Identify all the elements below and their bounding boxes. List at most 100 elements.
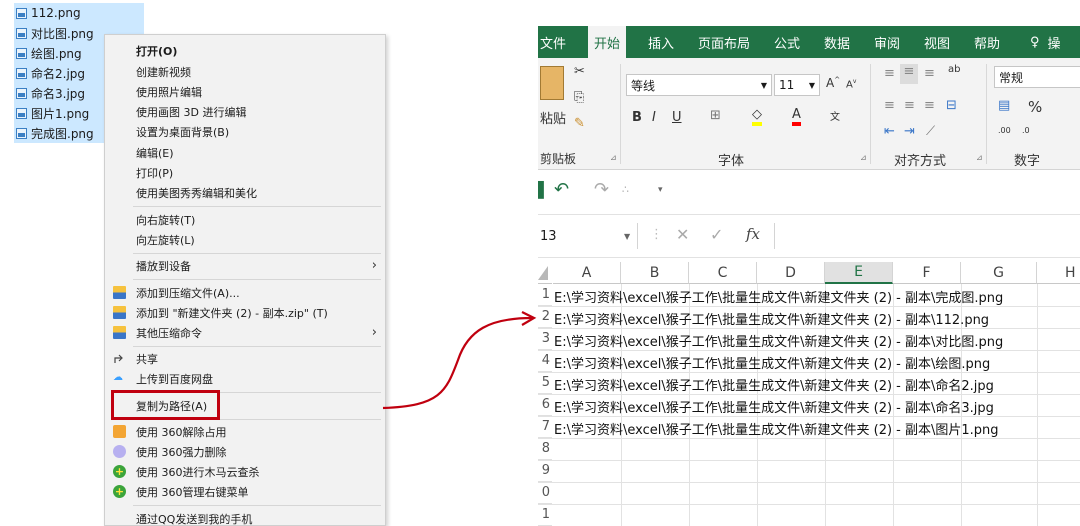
menu-item-create-video[interactable]: 创建新视频 <box>105 61 385 82</box>
menu-item-add-zip[interactable]: 添加到 "新建文件夹 (2) - 副本.zip" (T) <box>105 302 385 323</box>
menu-item-print[interactable]: 打印(P) <box>105 162 385 183</box>
menu-item-360-unlock[interactable]: 使用 360解除占用 <box>105 421 385 442</box>
file-item[interactable]: 112.png <box>14 3 144 23</box>
menu-item-360-scan[interactable]: + 使用 360进行木马云查杀 <box>105 461 385 482</box>
increase-decimal-icon[interactable]: .00 <box>998 126 1011 135</box>
column-header[interactable]: H <box>1037 262 1080 284</box>
cell-a-path[interactable]: E:\学习资料\excel\猴子工作\批量生成文件\新建文件夹 (2) - 副本… <box>554 417 999 439</box>
tab-view[interactable]: 视图 <box>924 26 950 58</box>
font-size-box[interactable]: 11 ▼ <box>774 74 820 96</box>
fill-color-icon[interactable]: ◇ <box>752 108 762 126</box>
grow-font-icon[interactable]: A^ <box>826 76 840 90</box>
cut-icon[interactable]: ✂ <box>574 64 585 79</box>
phonetic-icon[interactable]: 文 <box>830 108 840 123</box>
increase-indent-icon[interactable]: ⇥ <box>904 124 915 139</box>
row-header[interactable]: 5 <box>538 372 552 394</box>
align-left-icon[interactable]: ≡ <box>884 98 895 113</box>
align-center-icon[interactable]: ≡ <box>904 98 915 113</box>
font-name-box[interactable]: 等线 ▼ <box>626 74 772 96</box>
menu-item-baidu-upload[interactable]: ☁ 上传到百度网盘 <box>105 368 385 389</box>
row-header[interactable]: 4 <box>538 350 552 372</box>
tab-home[interactable]: 开始 <box>588 26 627 58</box>
cell-a-path[interactable]: E:\学习资料\excel\猴子工作\批量生成文件\新建文件夹 (2) - 副本… <box>554 351 990 373</box>
name-box[interactable]: 13 ▼ <box>538 223 638 249</box>
menu-item-rotate-left[interactable]: 向左旋转(L) <box>105 229 385 250</box>
tab-insert[interactable]: 插入 <box>648 26 674 58</box>
sort-icon[interactable]: ∴ <box>622 183 629 196</box>
menu-item-360-delete[interactable]: 使用 360强力删除 <box>105 441 385 462</box>
bold-icon[interactable]: B <box>632 110 642 125</box>
accounting-format-icon[interactable]: ▤ <box>998 98 1010 113</box>
row-header[interactable]: 0 <box>538 482 552 504</box>
column-header[interactable]: B <box>621 262 689 284</box>
row-header[interactable]: 3 <box>538 328 552 350</box>
cell-a-path[interactable]: E:\学习资料\excel\猴子工作\批量生成文件\新建文件夹 (2) - 副本… <box>554 395 994 417</box>
tab-data[interactable]: 数据 <box>824 26 850 58</box>
dialog-launcher-icon[interactable]: ⊿ <box>610 153 617 162</box>
column-header[interactable]: E <box>825 262 893 284</box>
column-header[interactable]: F <box>893 262 961 284</box>
menu-item-360-manage[interactable]: + 使用 360管理右键菜单 <box>105 481 385 502</box>
menu-item-edit-photos[interactable]: 使用照片编辑 <box>105 81 385 102</box>
row-header[interactable]: 9 <box>538 460 552 482</box>
orientation-icon[interactable]: ⟋ <box>926 124 935 139</box>
align-top-icon[interactable]: ≡ <box>884 66 895 81</box>
tab-formulas[interactable]: 公式 <box>774 26 800 58</box>
formula-input[interactable] <box>774 223 1080 249</box>
tab-file[interactable]: 文件 <box>540 26 566 58</box>
tab-review[interactable]: 审阅 <box>874 26 900 58</box>
menu-item-rotate-right[interactable]: 向右旋转(T) <box>105 209 385 230</box>
merge-center-icon[interactable]: ⊟ <box>946 98 957 113</box>
cell-a-path[interactable]: E:\学习资料\excel\猴子工作\批量生成文件\新建文件夹 (2) - 副本… <box>554 285 1003 307</box>
menu-item-edit[interactable]: 编辑(E) <box>105 142 385 163</box>
decrease-decimal-icon[interactable]: .0 <box>1022 126 1030 135</box>
cancel-icon[interactable]: ✕ <box>676 225 689 244</box>
select-all-corner[interactable] <box>538 262 552 284</box>
tab-help[interactable]: 帮助 <box>974 26 1000 58</box>
row-header[interactable]: 1 <box>538 504 552 526</box>
redo-icon[interactable]: ↷ <box>594 179 609 200</box>
percent-icon[interactable]: % <box>1028 98 1042 116</box>
paste-icon[interactable] <box>540 66 564 100</box>
align-bottom-icon[interactable]: ≡ <box>924 66 935 81</box>
menu-item-meitu[interactable]: 使用美图秀秀编辑和美化 <box>105 182 385 203</box>
row-header[interactable]: 7 <box>538 416 552 438</box>
cell-a-path[interactable]: E:\学习资料\excel\猴子工作\批量生成文件\新建文件夹 (2) - 副本… <box>554 329 1003 351</box>
menu-item-cast-to-device[interactable]: 播放到设备 › <box>105 255 385 276</box>
menu-item-set-wallpaper[interactable]: 设置为桌面背景(B) <box>105 121 385 142</box>
row-header[interactable]: 2 <box>538 306 552 328</box>
row-header[interactable]: 8 <box>538 438 552 460</box>
tell-me[interactable]: ♀ 操 <box>1030 26 1061 58</box>
wrap-text-icon[interactable]: ab <box>948 64 960 75</box>
cell-a-path[interactable]: E:\学习资料\excel\猴子工作\批量生成文件\新建文件夹 (2) - 副本… <box>554 373 994 395</box>
column-header[interactable]: G <box>961 262 1037 284</box>
copy-icon[interactable]: ⎘ <box>574 90 584 105</box>
paste-label[interactable]: 粘贴 <box>540 108 566 127</box>
number-format-box[interactable]: 常规 <box>994 66 1080 88</box>
column-header[interactable]: A <box>553 262 621 284</box>
undo-icon[interactable]: ↶ <box>554 179 569 200</box>
column-header[interactable]: D <box>757 262 825 284</box>
menu-item-share[interactable]: 共享 <box>105 348 385 369</box>
menu-item-add-archive[interactable]: 添加到压缩文件(A)... <box>105 282 385 303</box>
format-painter-icon[interactable]: ✎ <box>574 116 585 131</box>
borders-icon[interactable]: ⊞ <box>710 108 721 123</box>
save-icon[interactable]: ▌ <box>538 181 550 199</box>
row-header[interactable]: 1 <box>538 284 552 306</box>
italic-icon[interactable]: I <box>652 110 656 125</box>
column-header[interactable]: C <box>689 262 757 284</box>
menu-item-qq-send[interactable]: 通过QQ发送到我的手机 <box>105 508 385 526</box>
shrink-font-icon[interactable]: Av <box>846 78 856 90</box>
insert-function-icon[interactable]: fx <box>746 225 760 243</box>
menu-item-paint3d[interactable]: 使用画图 3D 进行编辑 <box>105 101 385 122</box>
menu-item-open[interactable]: 打开(O) <box>105 40 385 61</box>
underline-icon[interactable]: U <box>672 110 682 125</box>
customize-qat-icon[interactable]: ▾ <box>658 185 663 195</box>
cell-a-path[interactable]: E:\学习资料\excel\猴子工作\批量生成文件\新建文件夹 (2) - 副本… <box>554 307 989 329</box>
dialog-launcher-icon[interactable]: ⊿ <box>976 153 983 162</box>
menu-item-other-compress[interactable]: 其他压缩命令 › <box>105 322 385 343</box>
align-middle-icon[interactable]: ≡ <box>900 64 918 84</box>
decrease-indent-icon[interactable]: ⇤ <box>884 124 895 139</box>
font-color-icon[interactable]: A <box>792 108 801 126</box>
enter-icon[interactable]: ✓ <box>710 225 723 244</box>
